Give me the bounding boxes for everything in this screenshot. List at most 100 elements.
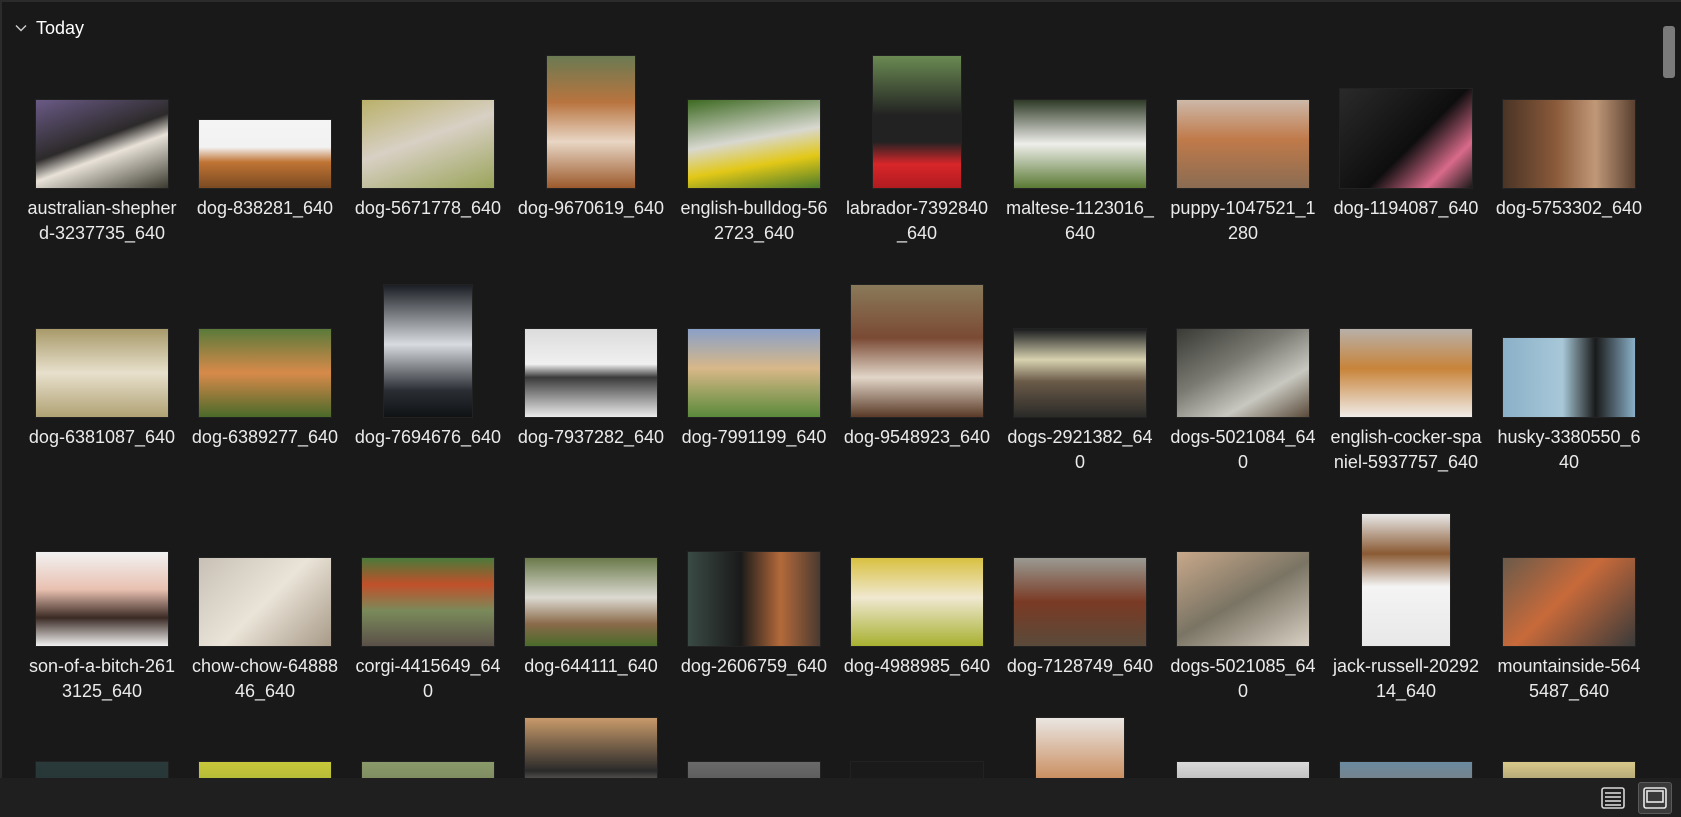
file-name-label: dog-7128749_640 [1006,656,1154,676]
thumbnail-image [1503,762,1635,778]
thumbnail-container [1167,514,1319,646]
thumbnail-image [36,329,168,417]
thumbnail-container [1004,718,1156,778]
thumbnail-image [688,329,820,417]
thumbnail-container [515,285,667,417]
thumbnail-container [352,718,504,778]
file-name-label: australian-shepherd-3237735_640 [27,198,177,243]
thumbnail-container [678,718,830,778]
file-name-label: maltese-1123016_640 [1006,198,1154,243]
file-name-label: husky-3380550_640 [1497,427,1641,472]
thumbnail-image [525,329,657,417]
thumbnail-container [1330,514,1482,646]
thumbnail-container [1493,285,1645,417]
thumbnail-container [1004,514,1156,646]
thumbnail-image [384,285,472,417]
chevron-down-icon [15,25,27,32]
thumbnail-container [841,285,993,417]
file-name-label: dog-7991199_640 [681,427,827,447]
file-name-label: jack-russell-2029214_640 [1332,656,1480,701]
file-name-label: dog-5753302_640 [1495,198,1643,218]
thumbnail-image [851,285,983,417]
thumbnail-container [189,514,341,646]
file-name-label: dog-2606759_640 [680,656,828,676]
thumbnail-container [1004,56,1156,188]
group-header-today[interactable]: Today [14,16,84,40]
thumbnail-grid: australian-shepherd-3237735_640 dog-83828… [0,0,1660,778]
large-icons-view-button[interactable] [1638,782,1672,814]
thumbnail-container [841,718,993,778]
file-name-label: labrador-7392840_640 [845,198,989,243]
thumbnail-image [1503,338,1635,417]
thumbnail-container [352,56,504,188]
thumbnail-image [362,558,494,646]
thumbnail-container [26,56,178,188]
thumbnail-image [851,558,983,646]
file-name-label: dog-4988985_640 [843,656,991,676]
thumbnail-image [688,552,820,646]
thumbnail-image [199,120,331,188]
file-name-label: dog-838281_640 [196,198,334,218]
status-bar [0,778,1681,817]
thumbnail-container [189,285,341,417]
thumbnail-container [1167,285,1319,417]
file-name-label: dog-7694676_640 [354,427,502,447]
file-name-label: son-of-a-bitch-2613125_640 [28,656,176,701]
thumbnail-image [199,762,331,778]
thumbnail-container [189,56,341,188]
thumbnail-container [1493,56,1645,188]
thumbnail-container [26,285,178,417]
file-name-label: dog-5671778_640 [354,198,502,218]
thumbnail-image [199,329,331,417]
thumbnail-image [1362,514,1450,646]
file-name-label: dog-9548923_640 [843,427,991,447]
thumbnail-image [1177,329,1309,417]
thumbnail-image [1177,100,1309,188]
file-name-label: dogs-5021084_640 [1170,427,1316,472]
thumbnail-container [1330,285,1482,417]
file-name-label: puppy-1047521_1280 [1170,198,1316,243]
file-name-label: dog-7937282_640 [517,427,665,447]
thumbnail-image [547,56,635,188]
thumbnail-image [36,100,168,188]
thumbnail-image [1340,329,1472,417]
vertical-scrollbar-thumb[interactable] [1663,26,1675,78]
list-view-icon [1601,787,1625,809]
thumbnail-container [1493,514,1645,646]
file-name-label: dogs-5021085_640 [1170,656,1316,701]
file-name-label: english-bulldog-562723_640 [680,198,828,243]
thumbnail-image [36,762,168,778]
file-name-label: mountainside-5645487_640 [1497,656,1641,701]
details-view-button[interactable] [1596,782,1630,814]
thumbnail-image [851,762,983,778]
thumbnail-container [1004,285,1156,417]
thumbnail-container [515,514,667,646]
thumbnail-image [1036,718,1124,778]
thumbnail-image [1177,762,1309,778]
thumbnail-container [515,718,667,778]
thumbnail-image [1014,329,1146,417]
thumbnail-image [362,100,494,188]
thumbnail-image [36,552,168,646]
thumbnail-container [352,285,504,417]
file-name-label: corgi-4415649_640 [355,656,501,701]
thumbnail-image [873,56,961,188]
thumbnail-image [525,718,657,778]
file-name-label: dog-9670619_640 [517,198,665,218]
file-name-label: dog-6389277_640 [191,427,339,447]
file-name-label: dogs-2921382_640 [1007,427,1153,472]
thumbnail-container [189,718,341,778]
thumbnail-image [1014,558,1146,646]
group-title: Today [36,17,85,38]
thumbnail-container [1167,718,1319,778]
thumbnail-image [1340,762,1472,778]
file-name-label: english-cocker-spaniel-5937757_640 [1330,427,1482,472]
thumbnail-image [1340,89,1472,188]
file-name-label: dog-6381087_640 [28,427,176,447]
thumbnail-image [1177,552,1309,646]
thumbnail-image [688,762,820,778]
thumbnail-image [1503,558,1635,646]
file-name-label: dog-1194087_640 [1333,198,1479,218]
thumbnail-container [26,718,178,778]
file-name-label: chow-chow-6488846_640 [191,656,339,701]
